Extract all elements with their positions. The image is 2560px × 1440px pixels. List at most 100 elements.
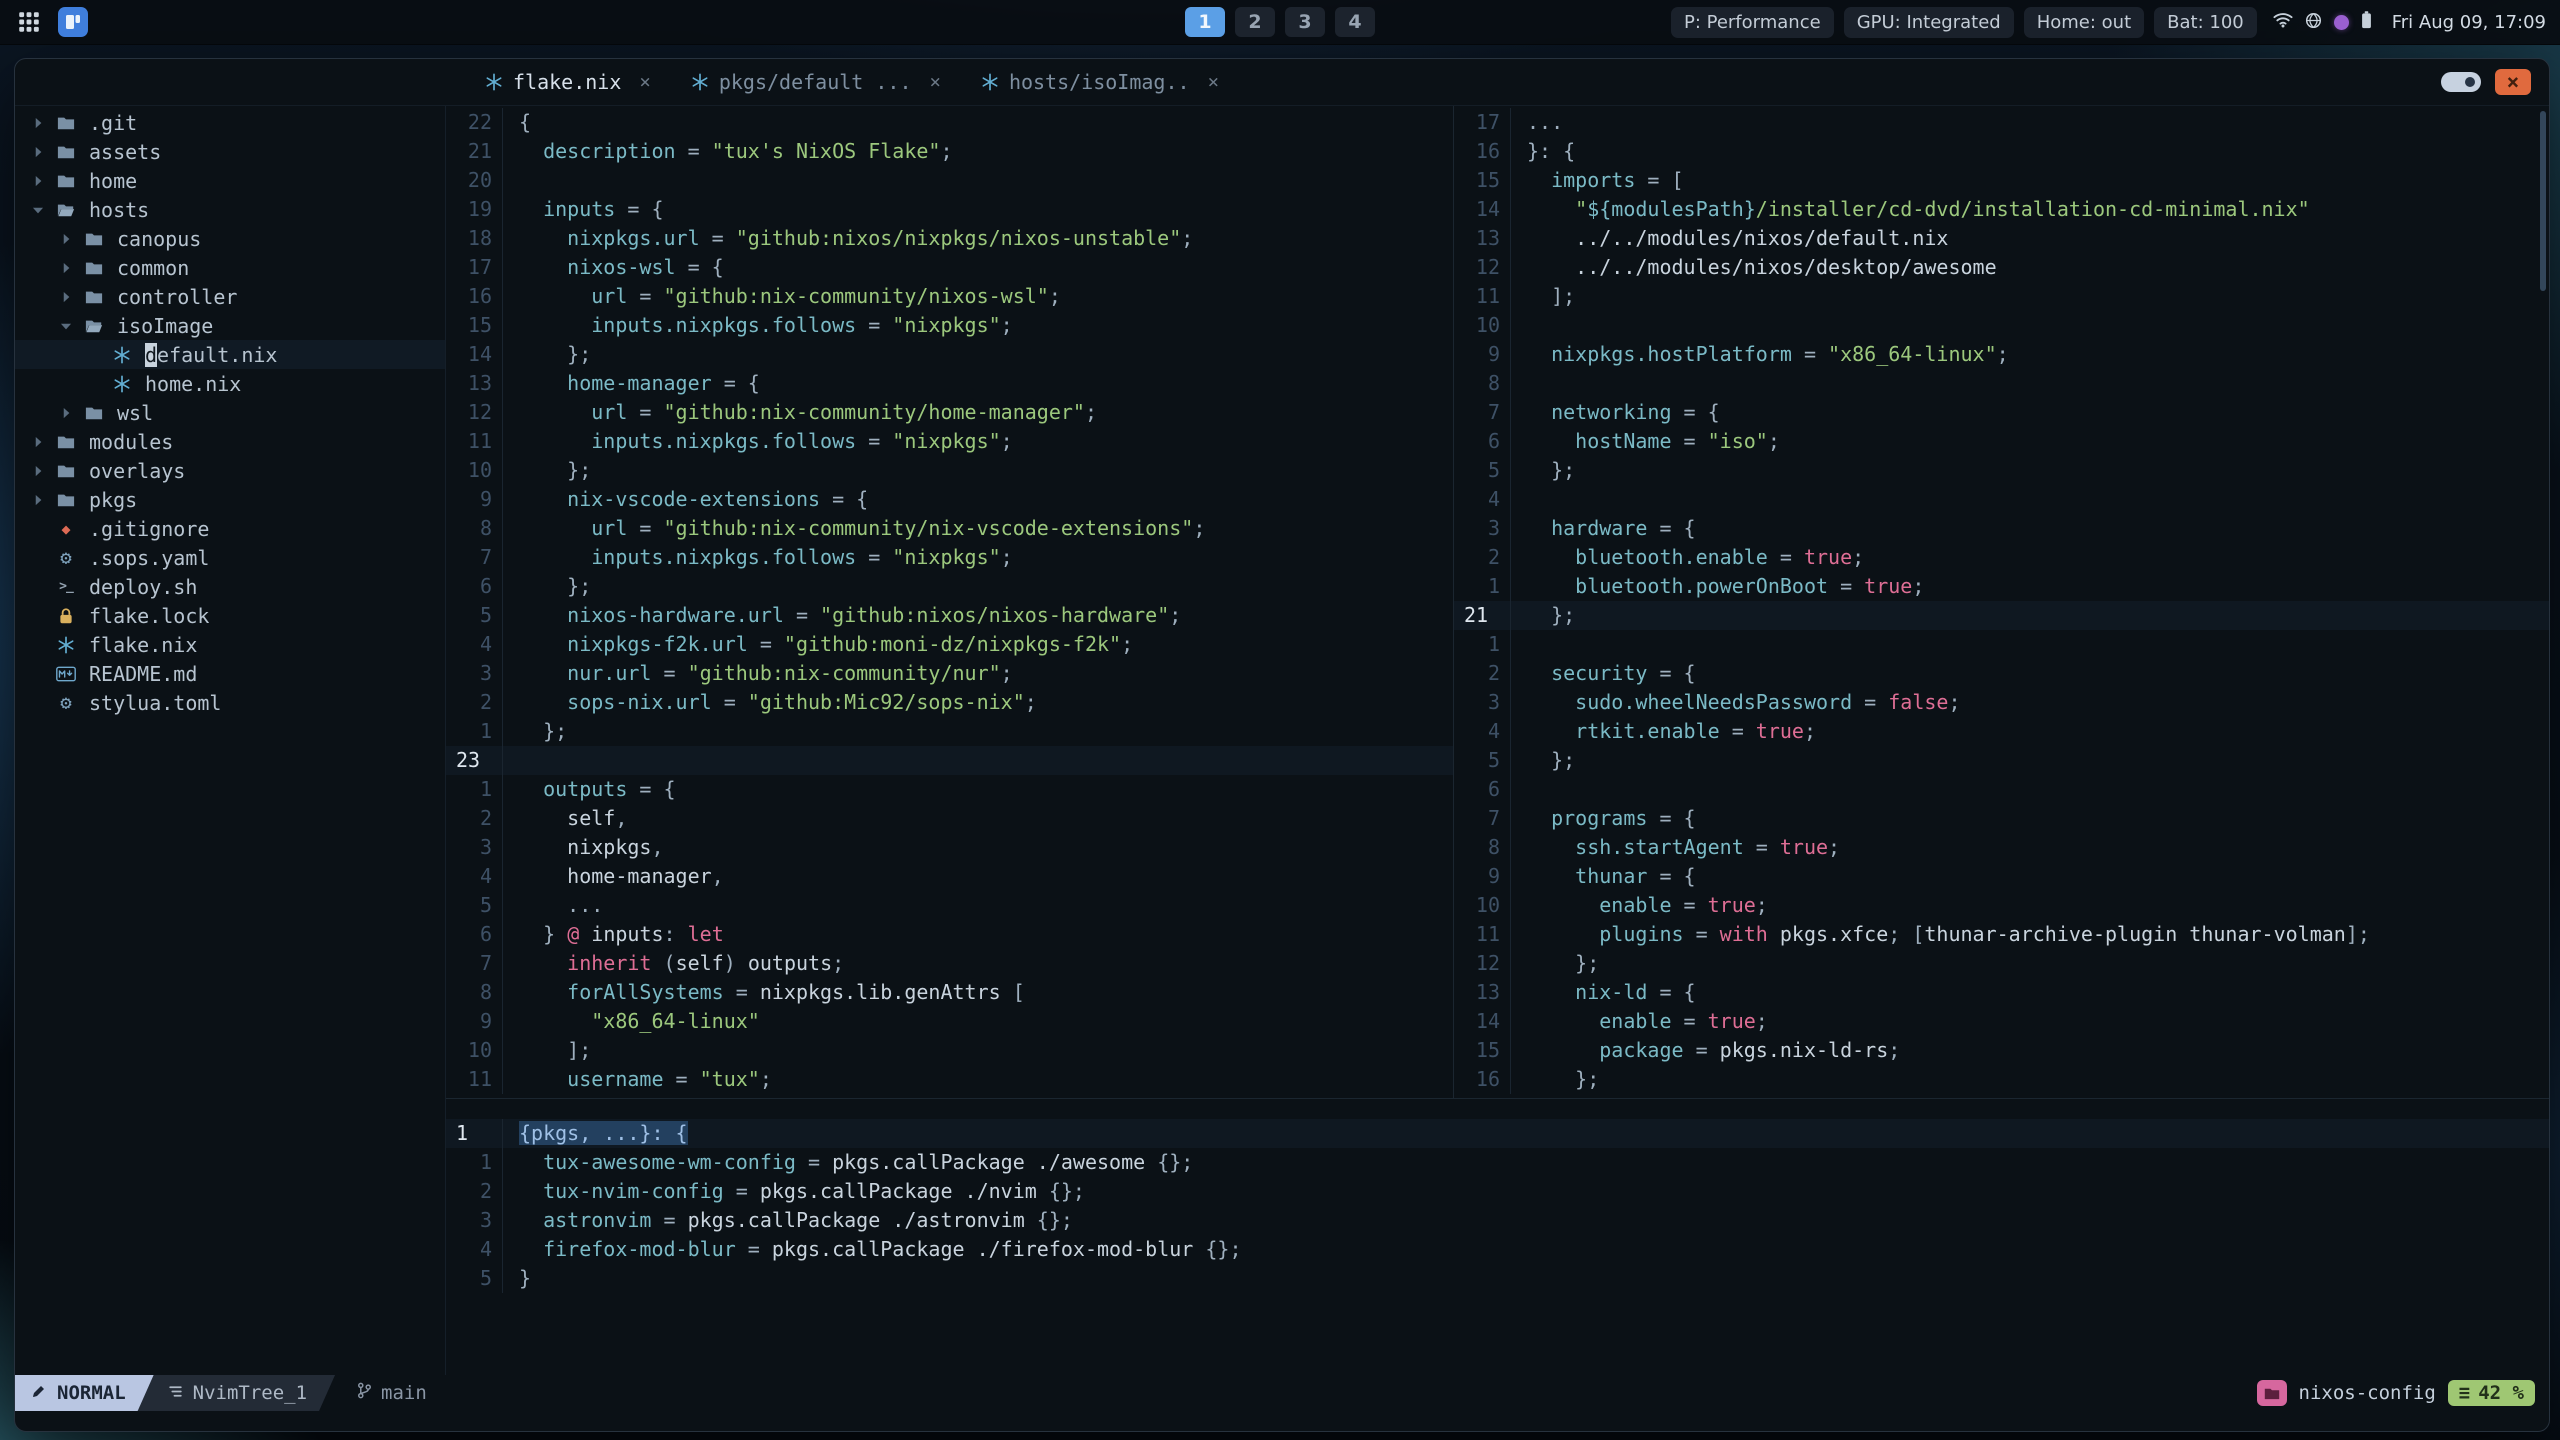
code-line-current: 1 {pkgs, ...}: { [446,1119,2549,1148]
chevron-right-icon[interactable] [25,172,51,190]
battery-icon[interactable] [2361,11,2372,33]
tree-item-flake.lock[interactable]: flake.lock [15,601,445,630]
git-branch[interactable]: main [357,1382,427,1404]
line-number: 8 [446,978,503,1007]
workspace-tag-4[interactable]: 4 [1335,7,1375,37]
line-number: 6 [1454,427,1511,456]
tree-item-assets[interactable]: assets [15,137,445,166]
code-line: 5 nixos-hardware.url = "github:nixos/nix… [446,601,1453,630]
workspace-tag-3[interactable]: 3 [1285,7,1325,37]
chevron-right-icon[interactable] [53,259,79,277]
nix-icon [981,73,999,91]
tree-item-README.md[interactable]: README.md [15,659,445,688]
tree-item-label: flake.nix [89,632,198,657]
code-line: 3 astronvim = pkgs.callPackage ./astronv… [446,1206,2549,1235]
chevron-down-icon[interactable] [25,201,51,219]
top-bar: 1234 P: Performance GPU: Integrated Home: … [0,0,2560,45]
markdown-icon [51,665,81,683]
code-line: 12 ../../modules/nixos/desktop/awesome [1454,253,2549,282]
tree-item-wsl[interactable]: wsl [15,398,445,427]
code-text: }; [567,342,592,366]
window-manager-icon[interactable] [58,7,88,37]
folder-icon [79,259,109,277]
chevron-right-icon[interactable] [25,491,51,509]
code-line: 5 }; [1454,456,2549,485]
gpu-widget[interactable]: GPU: Integrated [1843,6,2014,38]
tree-item-home[interactable]: home [15,166,445,195]
code-line: 3 nur.url = "github:nix-community/nur"; [446,659,1453,688]
code-text: }; [567,574,592,598]
folder-icon [51,433,81,451]
lock-icon [51,607,81,625]
tree-item-controller[interactable]: controller [15,282,445,311]
line-number: 13 [446,369,503,398]
tree-item-common[interactable]: common [15,253,445,282]
line-number: 4 [1454,485,1511,514]
tree-item-.sops.yaml[interactable]: ⚙ .sops.yaml [15,543,445,572]
tree-item-flake.nix[interactable]: flake.nix [15,630,445,659]
battery-widget[interactable]: Bat: 100 [2154,6,2257,38]
line-number: 14 [1454,195,1511,224]
power-profile-widget[interactable]: P: Performance [1670,6,1834,38]
line-number: 3 [1454,688,1511,717]
tree-item-label: canopus [117,226,202,251]
tree-item-home.nix[interactable]: home.nix [15,369,445,398]
tree-item-deploy.sh[interactable]: >_ deploy.sh [15,572,445,601]
tree-item-overlays[interactable]: overlays [15,456,445,485]
tree-item-pkgs[interactable]: pkgs [15,485,445,514]
tree-item-stylua.toml[interactable]: ⚙ stylua.toml [15,688,445,717]
chevron-right-icon[interactable] [25,433,51,451]
status-dot-icon[interactable] [2333,14,2349,30]
tree-item-label: wsl [117,400,154,425]
tab-pkgs-default[interactable]: pkgs/default ... × [671,59,961,105]
tree-item-isoImage[interactable]: isoImage [15,311,445,340]
tree-item-canopus[interactable]: canopus [15,224,445,253]
code-text: security = { [1551,661,1696,685]
code-text: "x86_64-linux" [591,1009,760,1033]
folder-icon [79,230,109,248]
tab-hosts-isoImag[interactable]: hosts/isoImag.. × [961,59,1239,105]
line-number: 15 [1454,166,1511,195]
network-icon[interactable] [2305,12,2322,33]
clock[interactable]: Fri Aug 09, 17:09 [2392,12,2546,33]
tab-flake-nix[interactable]: flake.nix × [465,59,671,105]
workspace-tag-2[interactable]: 2 [1235,7,1275,37]
tree-item-label: common [117,255,190,280]
line-number: 8 [446,514,503,543]
wifi-icon[interactable] [2273,12,2293,32]
scrollbar-thumb[interactable] [2540,111,2546,291]
code-line: 8 [1454,369,2549,398]
code-line: 5 }; [1454,746,2549,775]
tree-item-hosts[interactable]: hosts [15,195,445,224]
home-widget[interactable]: Home: out [2023,6,2145,38]
workspace-tag-1[interactable]: 1 [1185,7,1225,37]
line-number: 2 [1454,543,1511,572]
chevron-right-icon[interactable] [25,462,51,480]
chevron-right-icon[interactable] [53,288,79,306]
chevron-right-icon[interactable] [53,230,79,248]
code-text: }: { [1527,139,1576,163]
chevron-right-icon[interactable] [25,143,51,161]
chevron-right-icon[interactable] [53,404,79,422]
line-number: 12 [1454,949,1511,978]
chevron-down-icon[interactable] [53,317,79,335]
tree-item-.gitignore[interactable]: ◆ .gitignore [15,514,445,543]
tree-item-default.nix[interactable]: default.nix [15,340,445,369]
toggle-button[interactable] [2441,72,2481,92]
window-close-button[interactable]: × [2495,69,2531,95]
editor-pane-pkgs-default-nix[interactable]: 1 {pkgs, ...}: {1 tux-awesome-wm-config =… [446,1098,2549,1375]
line-number: 21 [1454,601,1511,630]
tree-item-modules[interactable]: modules [15,427,445,456]
tab-close-icon[interactable]: × [929,71,940,93]
editor-pane-flake-nix[interactable]: 22{21 description = "tux's NixOS Flake";… [446,106,1454,1098]
app-grid-icon[interactable] [14,7,44,37]
gear-icon: ⚙ [60,546,72,569]
tab-close-icon[interactable]: × [1208,71,1219,93]
chevron-right-icon[interactable] [25,114,51,132]
tree-item-.git[interactable]: .git [15,108,445,137]
editor-pane-iso-default-nix[interactable]: 17... 16}: {15 imports = [14 "${modulesPa… [1454,106,2549,1098]
nix-icon [107,375,137,393]
tab-close-icon[interactable]: × [639,71,650,93]
line-number: 15 [446,311,503,340]
code-line: 22 { [446,108,1453,137]
